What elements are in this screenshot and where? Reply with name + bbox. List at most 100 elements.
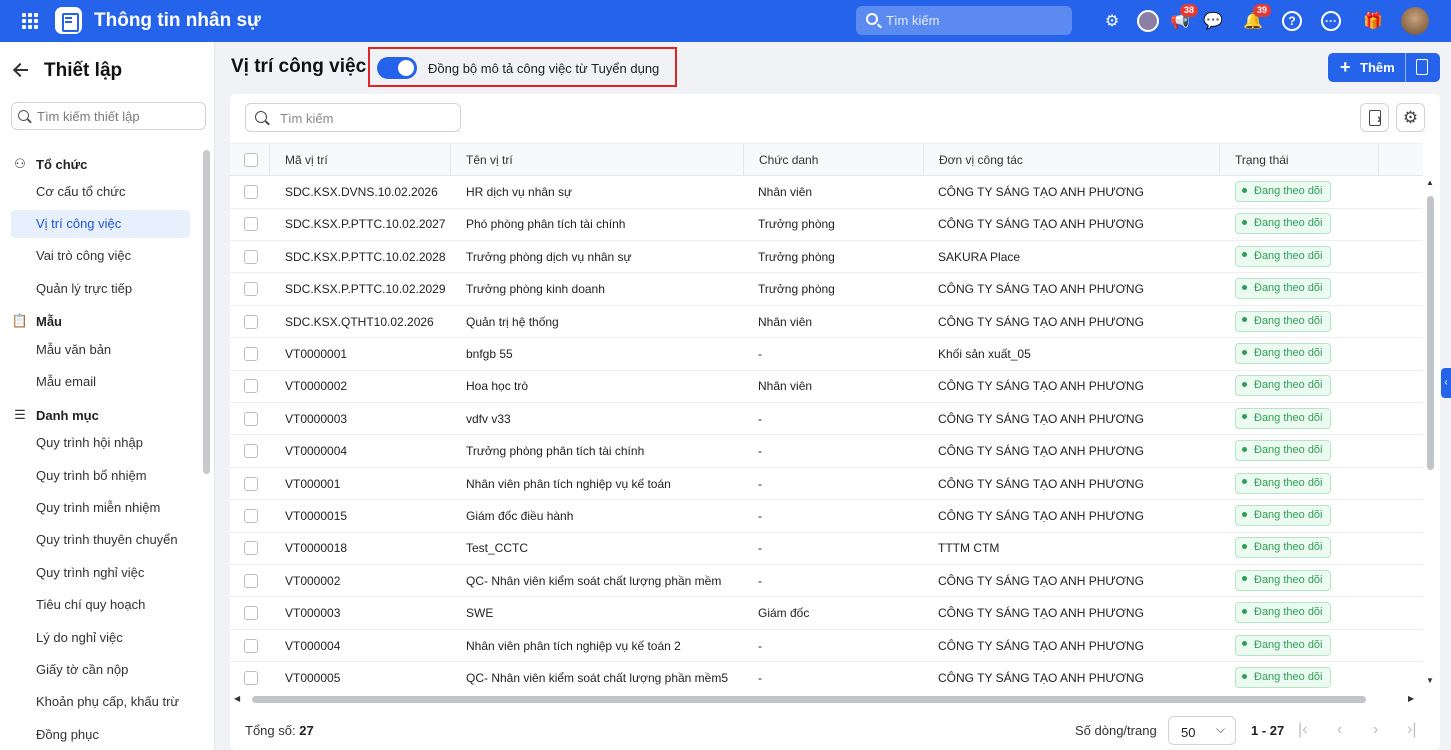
row-checkbox[interactable] [244,217,258,232]
status-badge: Đang theo dõi [1235,505,1331,526]
sidebar-item-quy-trinh-thuyen-chuyen[interactable]: Quy trình thuyên chuyển [11,526,190,554]
row-checkbox[interactable] [244,185,258,199]
sidebar-item-ly-do-nghi-viec[interactable]: Lý do nghỉ việc [11,624,190,652]
sidebar-item-quan-ly-truc-tiep[interactable]: Quản lý trực tiếp [11,275,190,303]
table-row[interactable]: VT000004 Nhân viên phân tích nghiệp vụ kế… [230,630,1423,663]
cell-unit: CÔNG TY SÁNG TẠO ANH PHƯƠNG [938,476,1144,491]
row-checkbox[interactable] [244,347,258,361]
sidebar-group-to-chuc[interactable]: ⚇ Tổ chức [12,156,87,172]
back-arrow-icon[interactable] [13,62,29,78]
prev-page-icon[interactable]: ‹ [1337,721,1342,739]
scroll-down-arrow-icon[interactable]: ▼ [1426,676,1434,685]
app-launcher-icon[interactable] [22,13,38,29]
row-checkbox[interactable] [244,671,258,685]
sidebar-item-mau-van-ban[interactable]: Mẫu văn bản [11,336,190,364]
sync-toggle-label: Đồng bộ mô tả công việc từ Tuyển dụng [428,61,660,76]
table-row[interactable]: VT000003 SWE Giám đốc CÔNG TY SÁNG TẠO ANH … [230,597,1423,630]
sidebar-item-vai-tro-cong-viec[interactable]: Vai trò công việc [11,242,190,270]
row-checkbox[interactable] [244,541,258,556]
user-avatar[interactable] [1401,7,1429,35]
table-row[interactable]: SDC.KSX.P.PTTC.10.02.2027 Phó phòng phân … [230,208,1423,241]
table-row[interactable]: VT0000015 Giám đốc điều hành - CÔNG TY SÁNG… [230,500,1423,533]
row-checkbox[interactable] [244,606,258,621]
row-checkbox[interactable] [244,379,258,394]
global-search-input[interactable]: Tìm kiếm [856,6,1072,35]
vertical-scroll-thumb[interactable] [1427,196,1434,470]
row-checkbox[interactable] [244,282,258,297]
table-search-input[interactable] [280,110,450,126]
table-row[interactable]: SDC.KSX.QTHT10.02.2026 Quản trị hệ thống N… [230,306,1423,339]
row-checkbox[interactable] [244,573,258,588]
table-row[interactable]: SDC.KSX.DVNS.10.02.2026 HR dịch vụ nhân s… [230,176,1423,209]
row-checkbox[interactable] [244,509,258,523]
table-row[interactable]: VT0000002 Hoa học trò Nhân viên CÔNG TY SÁN… [230,370,1423,403]
cell-unit: CÔNG TY SÁNG TẠO ANH PHƯƠNG [938,411,1144,426]
sidebar-item-quy-trinh-nghi-viec[interactable]: Quy trình nghỉ việc [11,559,190,587]
table-row[interactable]: VT000002 QC- Nhân viên kiểm soát chất lượ… [230,565,1423,598]
sidebar-group-mau[interactable]: 📋 Mẫu [12,313,62,329]
megaphone-icon[interactable]: 📢 38 [1169,4,1199,32]
table-row[interactable]: VT000001 Nhân viên phân tích nghiệp vụ kế… [230,468,1423,501]
sidebar-item-tieu-chi-quy-hoach[interactable]: Tiêu chí quy hoạch [11,591,190,619]
table-row[interactable]: VT0000004 Trưởng phòng phân tích tài chín… [230,435,1423,468]
column-header-unit[interactable]: Đơn vị công tác [924,144,1220,176]
column-header-status[interactable]: Trạng thái [1220,144,1379,176]
sidebar-item-khoan-phu-cap[interactable]: Khoản phụ cấp, khấu trừ [11,688,190,716]
sidebar-item-giay-to-can-nop[interactable]: Giấy tờ cần nộp [11,656,190,684]
column-header-title[interactable]: Chức danh [744,144,924,176]
table-row[interactable]: SDC.KSX.P.PTTC.10.02.2028 Trưởng phòng dị… [230,241,1423,274]
column-header-code[interactable]: Mã vị trí [270,144,451,176]
sync-toggle[interactable] [377,57,417,79]
sidebar-group-danh-muc[interactable]: ☰ Danh mục [12,407,99,423]
add-button[interactable]: + Thêm [1328,53,1440,82]
rows-per-page-select[interactable]: 50 ⌵ [1168,716,1236,745]
settings-search[interactable] [11,102,206,130]
row-checkbox[interactable] [244,411,258,426]
column-settings-icon[interactable]: ⚙ [1396,103,1425,132]
row-checkbox[interactable] [244,476,258,491]
scroll-left-arrow-icon[interactable]: ◀ [234,694,240,703]
user-switch-avatar[interactable] [1137,10,1159,32]
sidebar-item-co-cau-to-chuc[interactable]: Cơ cấu tổ chức [11,178,190,206]
sidebar-item-mau-email[interactable]: Mẫu email [11,368,190,396]
horizontal-scroll-thumb[interactable] [252,696,1366,703]
table-vertical-scrollbar[interactable]: ▲ ▼ [1425,176,1435,694]
import-file-icon[interactable] [1416,59,1428,75]
table-row[interactable]: VT0000018 Test_CCTC - TTTM CTM Đang theo dõi [230,532,1423,565]
side-panel-toggle-icon[interactable]: ‹ [1441,368,1451,398]
table-row[interactable]: VT000005 QC- Nhân viên kiểm soát chất lượ… [230,662,1423,694]
sidebar-item-vi-tri-cong-viec[interactable]: Vị trí công việc [11,210,190,238]
row-checkbox[interactable] [244,314,258,329]
chat-icon[interactable]: 💬 [1202,10,1224,32]
row-checkbox[interactable] [244,249,258,264]
sidebar-item-quy-trinh-hoi-nhap[interactable]: Quy trình hội nhập [11,429,190,457]
cell-name: Giám đốc điều hành [466,509,574,523]
table-row[interactable]: SDC.KSX.P.PTTC.10.02.2029 Trưởng phòng ki… [230,273,1423,306]
search-icon [18,110,29,121]
scroll-right-arrow-icon[interactable]: ▶ [1408,694,1414,703]
row-checkbox[interactable] [244,638,258,653]
settings-search-input[interactable] [37,107,202,125]
first-page-icon[interactable]: |‹ [1298,721,1307,739]
cell-unit: CÔNG TY SÁNG TẠO ANH PHƯƠNG [938,509,1144,523]
gift-icon[interactable]: 🎁 [1362,10,1384,32]
bell-icon[interactable]: 🔔 39 [1242,4,1272,32]
last-page-icon[interactable]: ›| [1407,721,1416,739]
sidebar-scrollbar[interactable] [203,150,210,474]
more-apps-icon[interactable]: ··· [1321,11,1341,31]
table-row[interactable]: VT0000003 vdfv v33 - CÔNG TY SÁNG TẠO ANH P… [230,403,1423,436]
scroll-up-arrow-icon[interactable]: ▲ [1426,178,1434,187]
sidebar-item-quy-trinh-bo-nhiem[interactable]: Quy trình bổ nhiệm [11,462,190,490]
table-search[interactable] [245,103,461,132]
row-checkbox[interactable] [244,444,258,459]
cell-code: VT000001 [285,476,341,491]
help-icon[interactable]: ? [1282,11,1302,31]
sidebar-item-quy-trinh-mien-nhiem[interactable]: Quy trình miễn nhiệm [11,494,190,522]
next-page-icon[interactable]: › [1373,721,1378,739]
export-icon[interactable] [1360,103,1389,132]
gear-icon[interactable]: ⚙ [1101,10,1123,32]
table-row[interactable]: VT0000001 bnfgb 55 - Khối sản xuất_05 Đang t… [230,338,1423,371]
column-header-name[interactable]: Tên vị trí [451,144,744,176]
table-horizontal-scrollbar[interactable]: ◀ ▶ [234,694,1417,704]
sidebar-item-dong-phuc[interactable]: Đồng phục [11,721,190,749]
